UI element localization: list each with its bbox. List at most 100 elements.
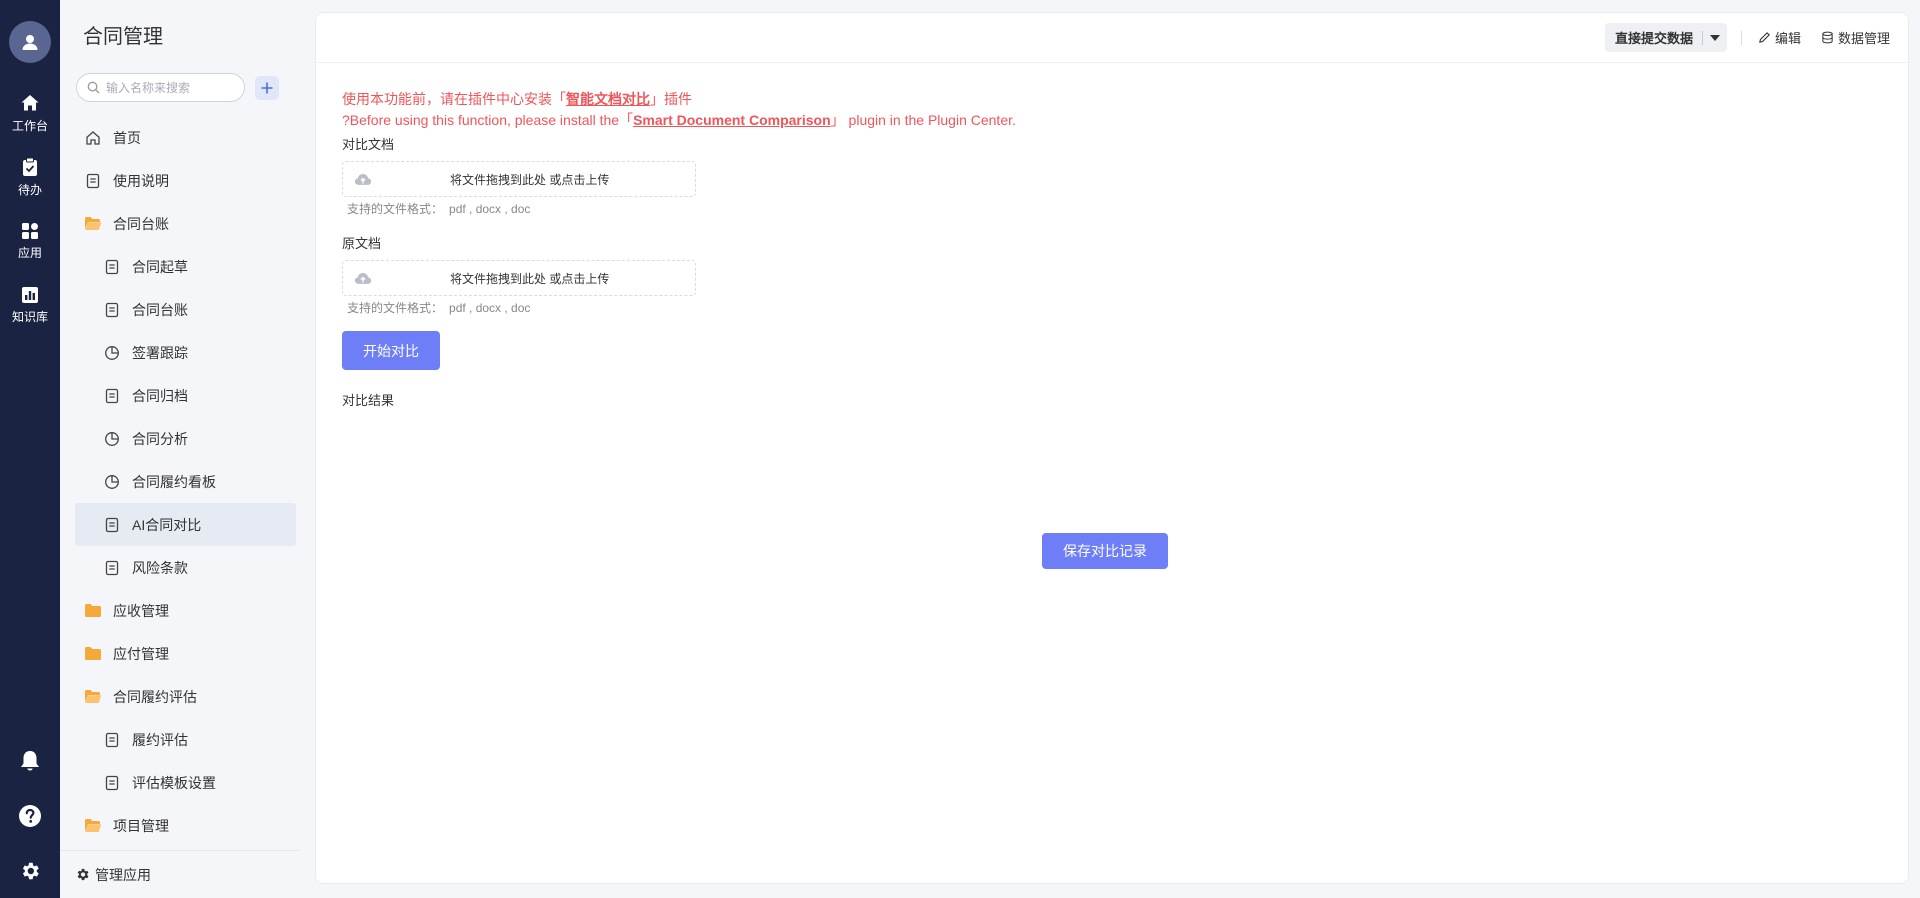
plugin-link-cn[interactable]: 智能文档对比	[566, 91, 650, 107]
sidebar-item-label: 风险条款	[132, 559, 188, 576]
notice-text: 」插件	[650, 91, 692, 107]
sidebar-item[interactable]: 合同台账	[75, 202, 296, 245]
folder-open-icon	[84, 215, 102, 233]
formats-value: pdf , docx , doc	[449, 202, 531, 216]
rail-item-todo[interactable]: 待办	[0, 145, 60, 209]
sidebar-nav: 首页 使用说明 合同台账 合同起草 合同台账 签署跟踪 合同归档 合同分析 合同履约看板 AI合同…	[75, 116, 296, 847]
submit-dropdown-toggle[interactable]	[1703, 34, 1727, 41]
help-button[interactable]	[18, 788, 42, 843]
knowledge-icon	[22, 286, 38, 303]
original-doc-upload[interactable]: 将文件拖拽到此处 或点击上传	[342, 260, 696, 296]
notification-button[interactable]	[19, 733, 41, 788]
folder-icon	[84, 645, 102, 663]
formats-value: pdf , docx , doc	[449, 301, 531, 315]
sidebar-item-label: 签署跟踪	[132, 344, 188, 361]
settings-button[interactable]	[19, 843, 41, 898]
sidebar-item-label: 合同台账	[113, 215, 169, 232]
notice-text: 」 plugin in the Plugin Center.	[830, 112, 1016, 128]
doc-icon	[103, 774, 121, 792]
sidebar-item-label: AI合同对比	[132, 516, 202, 533]
sidebar-item[interactable]: 应收管理	[75, 589, 296, 632]
sidebar-item-label: 合同履约看板	[132, 473, 216, 490]
sidebar-item-label: 合同归档	[132, 387, 188, 404]
sidebar-item[interactable]: 使用说明	[75, 159, 296, 202]
sidebar-item-label: 合同起草	[132, 258, 188, 275]
start-compare-button[interactable]: 开始对比	[342, 331, 440, 370]
supported-formats: 支持的文件格式： pdf , docx , doc	[347, 299, 1442, 316]
sidebar-item-label: 合同履约评估	[113, 688, 197, 705]
avatar[interactable]	[9, 21, 51, 63]
sidebar-item-label: 首页	[113, 129, 141, 146]
folder-open-icon	[84, 817, 102, 835]
help-icon	[19, 804, 41, 827]
doc-icon	[103, 258, 121, 276]
doc-icon	[103, 559, 121, 577]
plugin-notice-cn: 使用本功能前，请在插件中心安装「智能文档对比」插件	[342, 89, 1442, 110]
sidebar-title: 合同管理	[83, 26, 163, 48]
rail-item-label: 待办	[17, 182, 42, 197]
pencil-icon	[1759, 32, 1770, 43]
edit-button[interactable]: 编辑	[1758, 28, 1801, 47]
plus-icon	[261, 82, 273, 94]
doc-icon	[84, 172, 102, 190]
rail-item-label: 应用	[17, 245, 42, 260]
add-item-button[interactable]	[255, 76, 279, 100]
original-doc-label: 原文档	[342, 236, 382, 251]
cloud-upload-icon	[354, 174, 372, 185]
search-input[interactable]	[106, 80, 236, 95]
notice-text: ?Before using this function, please inst…	[342, 112, 634, 128]
rail-item-apps[interactable]: 应用	[0, 209, 60, 273]
compare-doc-upload[interactable]: 将文件拖拽到此处 或点击上传	[342, 161, 696, 197]
sidebar-item[interactable]: 合同分析	[75, 417, 296, 460]
sidebar-item-label: 使用说明	[113, 172, 169, 189]
plugin-link-en[interactable]: Smart Document Comparison	[633, 112, 831, 128]
plugin-notice-en: ?Before using this function, please inst…	[342, 110, 1442, 131]
clipboard-icon	[23, 157, 37, 176]
sidebar-item[interactable]: 合同履约评估	[75, 675, 296, 718]
sidebar-item[interactable]: 评估模板设置	[75, 761, 296, 804]
folder-icon	[84, 602, 102, 620]
sidebar-item[interactable]: 应付管理	[75, 632, 296, 675]
sidebar-item[interactable]: 合同起草	[75, 245, 296, 288]
home-outline-icon	[84, 129, 102, 147]
sidebar-item[interactable]: 项目管理	[75, 804, 296, 847]
sidebar-item-label: 项目管理	[113, 817, 169, 834]
divider	[1740, 30, 1742, 45]
cloud-upload-icon	[354, 273, 372, 284]
save-compare-record-button[interactable]: 保存对比记录	[1042, 533, 1168, 569]
formats-label: 支持的文件格式：	[347, 301, 444, 315]
search-box[interactable]	[76, 73, 245, 102]
sidebar-item[interactable]: AI合同对比	[75, 503, 296, 546]
rail-item-workbench[interactable]: 工作台	[0, 81, 60, 145]
manage-app-button[interactable]: 管理应用	[60, 850, 300, 898]
compare-result-label: 对比结果	[342, 393, 395, 408]
sidebar-item[interactable]: 合同履约看板	[75, 460, 296, 503]
sidebar-item[interactable]: 签署跟踪	[75, 331, 296, 374]
doc-icon	[103, 301, 121, 319]
sidebar: 合同管理 首页使用说明合同台账合同起草合同台账签署跟踪合同归档合同分析合同履约看…	[60, 0, 300, 898]
compare-form: 使用本功能前，请在插件中心安装「智能文档对比」插件 ?Before using …	[342, 89, 1442, 409]
sidebar-item-label: 应付管理	[113, 645, 169, 662]
sidebar-item-label: 评估模板设置	[132, 774, 216, 791]
doc-icon	[103, 516, 121, 534]
formats-label: 支持的文件格式：	[347, 202, 444, 216]
data-management-button[interactable]: 数据管理	[1821, 28, 1890, 47]
toolbar: 直接提交数据 编辑 数据管理	[316, 13, 1908, 63]
main-panel: 直接提交数据 编辑 数据管理 使用本功能前，请在插件中心安装「智能文档对比」插件…	[315, 12, 1909, 884]
doc-icon	[103, 387, 121, 405]
sidebar-item[interactable]: 履约评估	[75, 718, 296, 761]
supported-formats: 支持的文件格式： pdf , docx , doc	[347, 200, 1442, 217]
sidebar-item[interactable]: 合同归档	[75, 374, 296, 417]
gear-icon	[77, 868, 89, 881]
sidebar-item[interactable]: 合同台账	[75, 288, 296, 331]
pie-chart-icon	[103, 344, 121, 362]
submit-data-label: 直接提交数据	[1614, 31, 1693, 46]
sidebar-item[interactable]: 首页	[75, 116, 296, 159]
folder-open-icon	[84, 688, 102, 706]
submit-data-button[interactable]: 直接提交数据	[1604, 23, 1727, 52]
pie-chart-icon	[103, 473, 121, 491]
user-icon	[22, 35, 38, 50]
database-icon	[1822, 31, 1833, 44]
sidebar-item[interactable]: 风险条款	[75, 546, 296, 589]
rail-item-knowledge[interactable]: 知识库	[0, 273, 60, 337]
